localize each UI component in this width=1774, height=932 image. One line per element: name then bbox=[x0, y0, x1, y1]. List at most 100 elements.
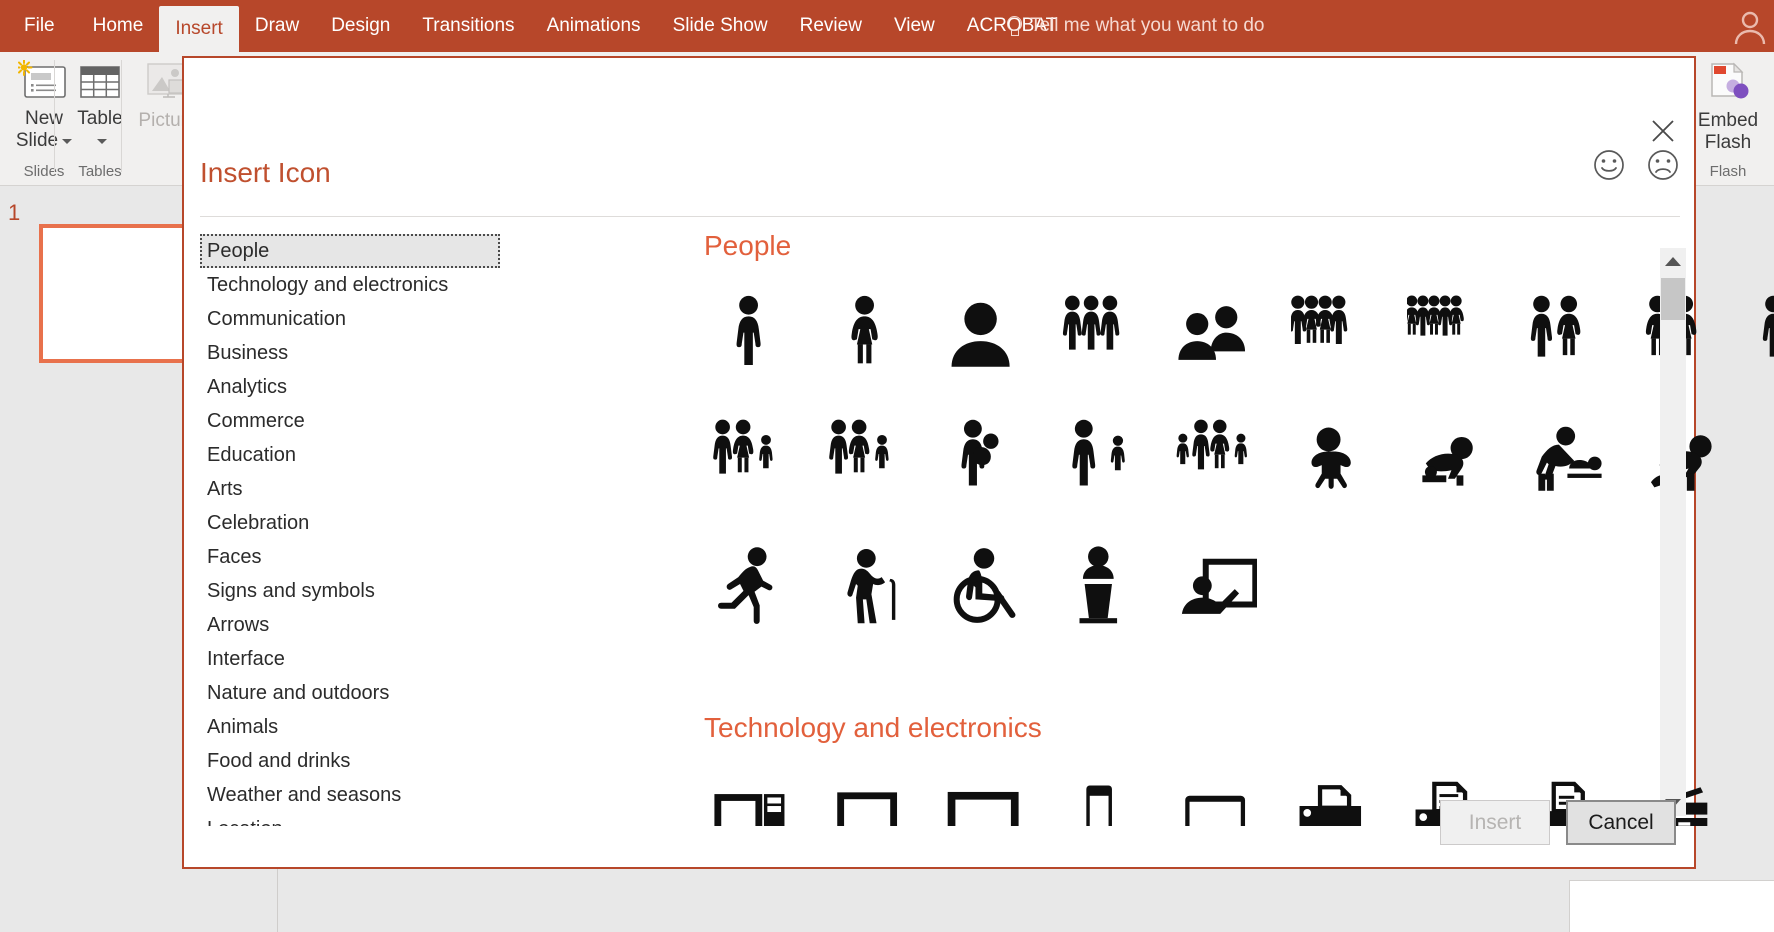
monitor-icon[interactable] bbox=[943, 777, 1025, 826]
category-item-analytics[interactable]: Analytics bbox=[200, 370, 500, 404]
tell-me-search[interactable]: Tell me what you want to do bbox=[1006, 0, 1264, 52]
icon-cell[interactable] bbox=[1738, 756, 1774, 826]
person-running-icon[interactable] bbox=[711, 543, 793, 625]
icon-cell[interactable] bbox=[926, 398, 1042, 522]
three-men-icon[interactable] bbox=[1059, 295, 1141, 377]
table-icon[interactable] bbox=[73, 60, 127, 104]
icon-cell[interactable] bbox=[926, 274, 1042, 398]
close-icon[interactable] bbox=[1646, 114, 1680, 148]
two-men-couple-icon[interactable] bbox=[1755, 295, 1774, 377]
person-walking-icon[interactable] bbox=[1755, 419, 1774, 501]
icon-cell[interactable] bbox=[1042, 398, 1158, 522]
baby-crawling-icon[interactable] bbox=[1407, 419, 1489, 501]
family-two-parents-child-icon[interactable] bbox=[827, 419, 909, 501]
icon-cell[interactable] bbox=[1042, 522, 1158, 646]
tab-draw[interactable]: Draw bbox=[239, 0, 315, 52]
flatbed-scanner-icon[interactable] bbox=[1755, 777, 1774, 826]
embed-flash-button[interactable]: Embed Flash bbox=[1698, 110, 1758, 155]
man-woman-couple-icon[interactable] bbox=[1523, 295, 1605, 377]
tab-home[interactable]: Home bbox=[77, 0, 160, 52]
cancel-button[interactable]: Cancel bbox=[1566, 800, 1676, 845]
category-list[interactable]: PeopleTechnology and electronicsCommunic… bbox=[200, 234, 500, 826]
category-item-communication[interactable]: Communication bbox=[200, 302, 500, 336]
tab-design[interactable]: Design bbox=[315, 0, 406, 52]
category-item-faces[interactable]: Faces bbox=[200, 540, 500, 574]
icon-cell[interactable] bbox=[694, 756, 810, 826]
icon-cell[interactable] bbox=[1158, 522, 1274, 646]
category-item-weather-and-seasons[interactable]: Weather and seasons bbox=[200, 778, 500, 812]
happy-face-icon[interactable] bbox=[1592, 148, 1626, 182]
icon-cell[interactable] bbox=[1158, 398, 1274, 522]
category-item-arrows[interactable]: Arrows bbox=[200, 608, 500, 642]
group-mixed-four-icon[interactable] bbox=[1291, 295, 1373, 377]
category-item-location[interactable]: Location bbox=[200, 812, 500, 826]
category-item-business[interactable]: Business bbox=[200, 336, 500, 370]
adult-with-child-icon[interactable] bbox=[1059, 419, 1141, 501]
group-of-people-icon[interactable] bbox=[1175, 295, 1257, 377]
icon-cell[interactable] bbox=[1158, 274, 1274, 398]
icon-cell[interactable] bbox=[694, 274, 810, 398]
tab-review[interactable]: Review bbox=[784, 0, 878, 52]
icon-cell[interactable] bbox=[694, 398, 810, 522]
speaker-at-podium-icon[interactable] bbox=[1059, 543, 1141, 625]
icon-gallery[interactable]: People Technology and electronics bbox=[694, 230, 1774, 826]
icon-cell[interactable] bbox=[1506, 274, 1622, 398]
icon-cell[interactable] bbox=[1390, 274, 1506, 398]
category-item-animals[interactable]: Animals bbox=[200, 710, 500, 744]
icon-cell[interactable] bbox=[694, 522, 810, 646]
wheelchair-user-icon[interactable] bbox=[943, 543, 1025, 625]
smartphone-icon[interactable] bbox=[1059, 777, 1141, 826]
icon-cell[interactable] bbox=[1738, 398, 1774, 522]
icon-cell[interactable] bbox=[926, 756, 1042, 826]
tab-transitions[interactable]: Transitions bbox=[406, 0, 530, 52]
icon-cell[interactable] bbox=[1158, 756, 1274, 826]
woman-standing-icon[interactable] bbox=[827, 295, 909, 377]
family-parents-child-icon[interactable] bbox=[711, 419, 793, 501]
gallery-scrollbar[interactable] bbox=[1660, 248, 1686, 816]
chevron-down-icon[interactable] bbox=[97, 139, 107, 144]
category-item-celebration[interactable]: Celebration bbox=[200, 506, 500, 540]
tablet-icon[interactable] bbox=[1175, 777, 1257, 826]
account-avatar-icon[interactable] bbox=[1730, 6, 1770, 46]
man-standing-icon[interactable] bbox=[711, 295, 793, 377]
tab-file[interactable]: File bbox=[0, 0, 77, 52]
category-item-signs-and-symbols[interactable]: Signs and symbols bbox=[200, 574, 500, 608]
icon-cell[interactable] bbox=[1390, 398, 1506, 522]
icon-cell[interactable] bbox=[1738, 274, 1774, 398]
icon-cell[interactable] bbox=[1506, 398, 1622, 522]
icon-cell[interactable] bbox=[1274, 756, 1390, 826]
table-button[interactable]: Table bbox=[77, 108, 122, 153]
category-item-education[interactable]: Education bbox=[200, 438, 500, 472]
category-item-technology-and-electronics[interactable]: Technology and electronics bbox=[200, 268, 500, 302]
icon-cell[interactable] bbox=[810, 756, 926, 826]
icon-cell[interactable] bbox=[1274, 274, 1390, 398]
adult-holding-baby-icon[interactable] bbox=[943, 419, 1025, 501]
category-item-nature-and-outdoors[interactable]: Nature and outdoors bbox=[200, 676, 500, 710]
category-item-commerce[interactable]: Commerce bbox=[200, 404, 500, 438]
icon-cell[interactable] bbox=[1042, 756, 1158, 826]
category-item-interface[interactable]: Interface bbox=[200, 642, 500, 676]
tab-animations[interactable]: Animations bbox=[531, 0, 657, 52]
category-item-food-and-drinks[interactable]: Food and drinks bbox=[200, 744, 500, 778]
printer-page-icon[interactable] bbox=[1291, 777, 1373, 826]
elderly-with-cane-icon[interactable] bbox=[827, 543, 909, 625]
embed-flash-icon[interactable] bbox=[1702, 60, 1754, 106]
icon-cell[interactable] bbox=[926, 522, 1042, 646]
group-of-five-icon[interactable] bbox=[1407, 295, 1489, 377]
baby-sitting-icon[interactable] bbox=[1291, 419, 1373, 501]
tab-insert[interactable]: Insert bbox=[159, 6, 239, 52]
person-bust-icon[interactable] bbox=[943, 295, 1025, 377]
category-item-arts[interactable]: Arts bbox=[200, 472, 500, 506]
family-of-four-icon[interactable] bbox=[1175, 419, 1257, 501]
icon-cell[interactable] bbox=[810, 398, 926, 522]
changing-diaper-icon[interactable] bbox=[1523, 419, 1605, 501]
icon-cell[interactable] bbox=[1274, 398, 1390, 522]
laptop-icon[interactable] bbox=[827, 777, 909, 826]
tab-slide-show[interactable]: Slide Show bbox=[657, 0, 784, 52]
icon-cell[interactable] bbox=[810, 274, 926, 398]
sad-face-icon[interactable] bbox=[1646, 148, 1680, 182]
icon-cell[interactable] bbox=[1042, 274, 1158, 398]
scrollbar-thumb[interactable] bbox=[1661, 278, 1685, 320]
presenter-at-board-icon[interactable] bbox=[1175, 543, 1257, 625]
category-item-people[interactable]: People bbox=[200, 234, 500, 268]
